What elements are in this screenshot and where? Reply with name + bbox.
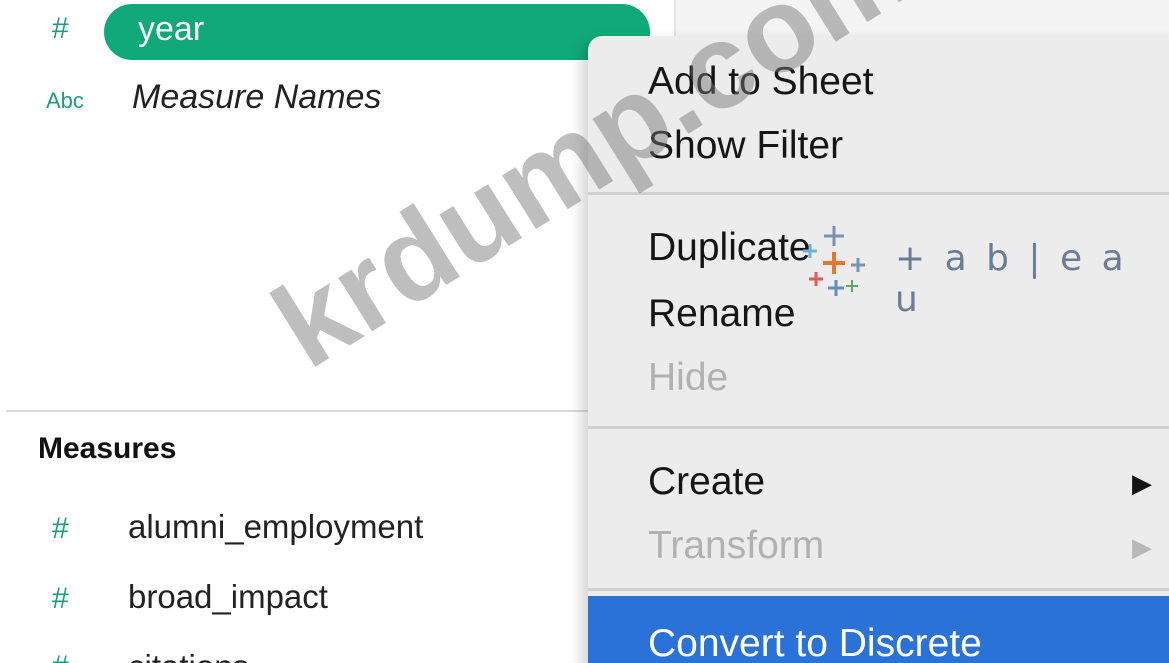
menu-item-hide: Hide bbox=[648, 356, 729, 399]
menu-item-transform: Transform bbox=[648, 524, 825, 567]
field-citations[interactable]: citations bbox=[128, 648, 249, 663]
submenu-arrow-icon: ▶ bbox=[1132, 468, 1152, 498]
field-measure-names[interactable]: Measure Names bbox=[132, 78, 381, 117]
menu-separator bbox=[588, 192, 1169, 195]
number-type-icon: # bbox=[52, 582, 69, 615]
menu-separator bbox=[588, 588, 1169, 591]
menu-item-convert-to-discrete[interactable]: Convert to Discrete bbox=[648, 622, 982, 663]
pane-divider bbox=[6, 410, 666, 412]
menu-separator bbox=[588, 426, 1169, 429]
tableau-logo-icon bbox=[803, 226, 865, 296]
string-type-icon: Abc bbox=[46, 88, 84, 113]
field-alumni-employment[interactable]: alumni_employment bbox=[128, 508, 423, 546]
number-type-icon: # bbox=[52, 652, 69, 663]
menu-item-rename[interactable]: Rename bbox=[648, 292, 795, 336]
field-broad-impact[interactable]: broad_impact bbox=[128, 578, 328, 616]
number-type-icon: # bbox=[52, 512, 69, 545]
tableau-workspace: # year Abc Measure Names Measures # alum… bbox=[0, 0, 1169, 663]
menu-item-create[interactable]: Create bbox=[648, 460, 765, 504]
measures-section-title: Measures bbox=[38, 432, 177, 465]
number-type-icon: # bbox=[52, 12, 69, 45]
field-year-label[interactable]: year bbox=[138, 10, 204, 49]
menu-item-duplicate[interactable]: Duplicate bbox=[648, 226, 811, 270]
tableau-logo-text: + a b | e a u bbox=[895, 238, 1128, 320]
submenu-arrow-icon: ▶ bbox=[1132, 532, 1152, 562]
